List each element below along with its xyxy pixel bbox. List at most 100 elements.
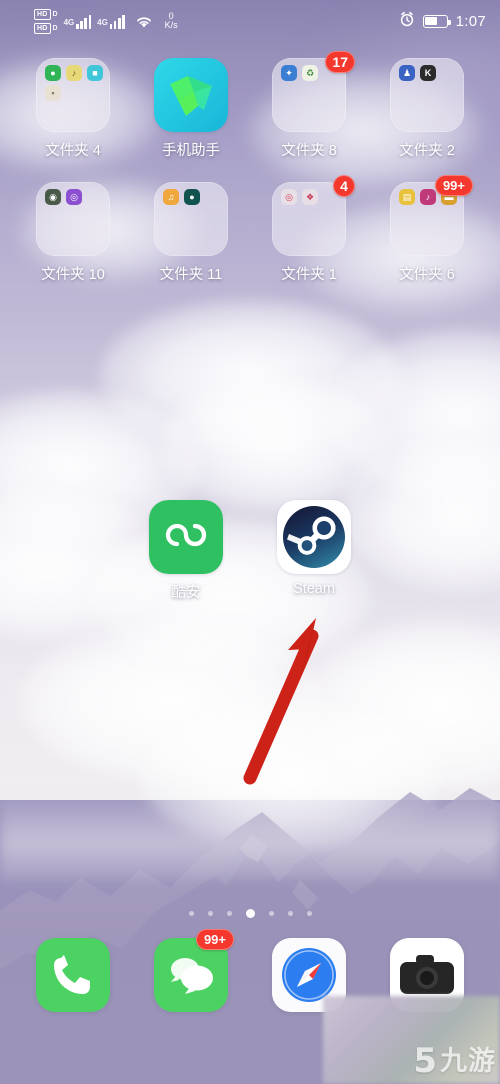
app-label: 文件夹 1 (281, 267, 337, 283)
watermark-logo: 5 九游 (413, 1044, 496, 1078)
dock-item-phone[interactable] (14, 938, 132, 1012)
page-dot[interactable] (188, 910, 194, 916)
dock-item-messages[interactable]: 99+ (132, 929, 250, 1012)
folder-8-wrap[interactable]: ✦ ♻ 17 (272, 51, 355, 132)
page-dot[interactable] (306, 910, 312, 916)
phone-icon[interactable] (36, 938, 110, 1012)
hd-badge-icon-2: HD (34, 22, 51, 34)
home-screen-grid: ● ♪ ■ ▪ 文件夹 4 手机助手 ✦ ♻ 17 文件夹 8 ♟ K 文件夹 … (0, 51, 500, 284)
page-dot[interactable] (207, 910, 213, 916)
watermark-text: 九游 (440, 1045, 496, 1076)
status-bar: HD D HD D 4G 4G 0 K/s 1:07 (0, 0, 500, 42)
battery-icon (422, 14, 451, 28)
wifi-icon (134, 14, 154, 29)
yellow-music-icon: ♪ (66, 65, 82, 81)
cyan-app-icon: ■ (87, 65, 103, 81)
app-label: 文件夹 10 (41, 267, 105, 283)
coolapk-wrap[interactable] (149, 500, 223, 574)
icon-row-1: ● ♪ ■ ▪ 文件夹 4 手机助手 ✦ ♻ 17 文件夹 8 ♟ K 文件夹 … (14, 51, 486, 160)
volte-hd-row-1: HD D (34, 8, 58, 20)
page-dot[interactable] (287, 910, 293, 916)
app-label: 文件夹 2 (399, 143, 455, 159)
app-label: Steam (293, 581, 335, 597)
app-label: 文件夹 11 (159, 267, 223, 283)
teal-dark-icon: ● (184, 189, 200, 205)
home-item-folder-6[interactable]: ▤ ♪ ▬ 99+ 文件夹 6 (368, 175, 486, 284)
coolapk-icon[interactable] (149, 500, 223, 574)
phone-wrap[interactable] (36, 938, 110, 1012)
home-item-folder-10[interactable]: ◉ ◎ 文件夹 10 (14, 182, 132, 284)
folder-preview[interactable]: ◉ ◎ (36, 182, 110, 256)
icon-row-3: 酷安 Steam (14, 500, 486, 602)
folder-1-wrap[interactable]: ◎ ❖ 4 (272, 175, 355, 256)
page-dot[interactable] (245, 908, 255, 918)
app-label: 文件夹 4 (45, 143, 101, 159)
hd-sub-1: D (52, 10, 58, 18)
network-type-2: 4G (97, 17, 108, 27)
status-bar-right: 1:07 (399, 11, 486, 32)
phone-assistant-wrap[interactable] (154, 58, 228, 132)
watermark-glyph: 5 (413, 1041, 437, 1081)
steam-icon[interactable] (277, 500, 351, 574)
beige-app-icon: ▪ (45, 85, 61, 101)
signal-bars-icon-1 (76, 14, 92, 29)
hd-sub-2: D (52, 24, 58, 32)
phone-assistant-icon[interactable] (154, 58, 228, 132)
folder-10-wrap[interactable]: ◉ ◎ (36, 182, 110, 256)
orange-app-icon: ♫ (163, 189, 179, 205)
app-label: 手机助手 (162, 143, 220, 159)
hd-badge-icon: HD (34, 8, 51, 20)
app-label: 酷安 (171, 585, 201, 601)
home-item-phone-assistant[interactable]: 手机助手 (132, 58, 250, 160)
home-item-folder-11[interactable]: ♫ ● 文件夹 11 (132, 182, 250, 284)
notification-badge: 99+ (195, 929, 234, 950)
folder-6-wrap[interactable]: ▤ ♪ ▬ 99+ (390, 175, 473, 256)
folder-preview[interactable]: ● ♪ ■ ▪ (36, 58, 110, 132)
volte-hd-row-2: HD D (34, 22, 58, 34)
dark-k-icon: K (420, 65, 436, 81)
signal-group-1: 4G (64, 14, 92, 29)
status-bar-left: HD D HD D 4G 4G 0 K/s (34, 8, 178, 34)
red-circle-icon: ◎ (281, 189, 297, 205)
volte-hd-stack: HD D HD D (34, 8, 58, 34)
home-item-coolapk[interactable]: 酷安 (122, 500, 250, 602)
network-speed: 0 K/s (164, 11, 178, 31)
home-item-folder-2[interactable]: ♟ K 文件夹 2 (368, 58, 486, 160)
folder-preview[interactable]: ♫ ● (154, 182, 228, 256)
home-item-folder-8[interactable]: ✦ ♻ 17 文件夹 8 (250, 51, 368, 160)
middle-app-row: 酷安 Steam (0, 500, 500, 602)
magenta-app-icon: ♪ (420, 189, 436, 205)
notification-badge: 99+ (434, 175, 473, 196)
folder-preview[interactable]: ♟ K (390, 58, 464, 132)
network-type-1: 4G (63, 17, 75, 27)
home-item-folder-4[interactable]: ● ♪ ■ ▪ 文件夹 4 (14, 58, 132, 160)
red-arrow-up-icon (230, 600, 350, 795)
signal-bars-icon-2 (109, 14, 125, 29)
yellow-note-icon: ▤ (399, 189, 415, 205)
icon-row-2: ◉ ◎ 文件夹 10 ♫ ● 文件夹 11 ◎ ❖ 4 文件夹 1 ▤ ♪ ▬ … (14, 175, 486, 284)
notification-badge: 17 (325, 51, 355, 73)
page-indicator[interactable] (0, 903, 500, 923)
red-app-icon: ❖ (302, 189, 318, 205)
page-dot[interactable] (268, 910, 274, 916)
folder-11-wrap[interactable]: ♫ ● (154, 182, 228, 256)
app-label: 文件夹 8 (281, 143, 337, 159)
folder-2-wrap[interactable]: ♟ K (390, 58, 464, 132)
blue-app-icon: ✦ (281, 65, 297, 81)
app-label: 文件夹 6 (399, 267, 455, 283)
net-speed-unit: K/s (164, 20, 178, 30)
white-green-app-icon: ♻ (302, 65, 318, 81)
status-bar-clock: 1:07 (455, 12, 486, 30)
green-app-icon: ● (45, 65, 61, 81)
signal-group-2: 4G (97, 14, 125, 29)
notification-badge: 4 (333, 175, 355, 197)
home-item-folder-1[interactable]: ◎ ❖ 4 文件夹 1 (250, 175, 368, 284)
blue-people-icon: ♟ (399, 65, 415, 81)
alarm-clock-icon (399, 11, 415, 32)
purple-chat-icon: ◎ (66, 189, 82, 205)
folder-4-wrap[interactable]: ● ♪ ■ ▪ (36, 58, 110, 132)
steam-wrap[interactable] (277, 500, 351, 574)
home-item-steam[interactable]: Steam (250, 500, 378, 602)
page-dot[interactable] (226, 910, 232, 916)
messages-wrap[interactable]: 99+ (154, 929, 234, 1012)
